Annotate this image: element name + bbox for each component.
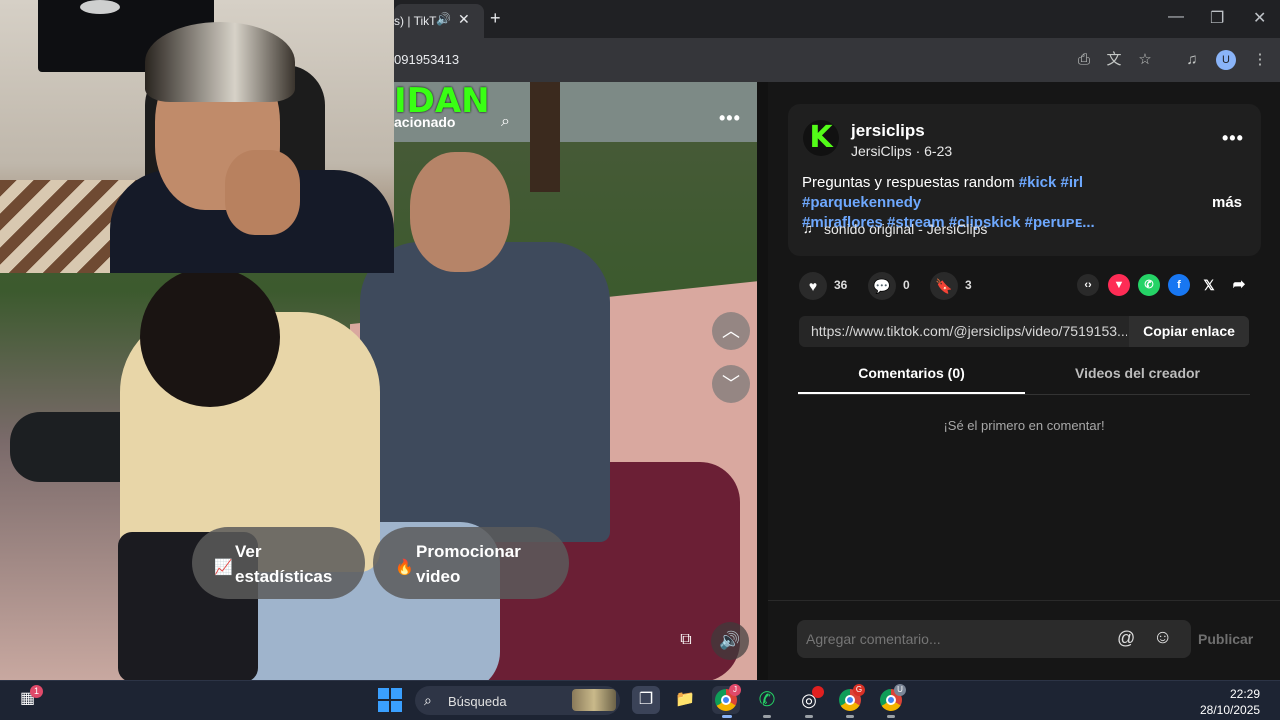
tab-creator-videos[interactable]: Videos del creador bbox=[1025, 365, 1250, 395]
running-app-indicator bbox=[846, 715, 854, 718]
like-icon[interactable]: ♥ bbox=[799, 272, 827, 300]
chrome-icon[interactable]: G bbox=[836, 684, 865, 714]
empty-comments-message: ¡Sé el primero en comentar! bbox=[943, 418, 1105, 433]
browser-tab[interactable]: s) | TikT 🔊 ✕ bbox=[394, 4, 484, 38]
comment-count: 0 bbox=[903, 278, 910, 292]
webcam-scene-streamer bbox=[225, 150, 300, 235]
active-app-indicator bbox=[722, 715, 732, 718]
profile-badge: G bbox=[853, 684, 865, 696]
related-label[interactable]: acionado bbox=[394, 114, 455, 130]
music-note-icon: ♫ bbox=[803, 221, 813, 236]
new-tab-button[interactable]: + bbox=[490, 8, 501, 29]
tab-title: s) | TikT bbox=[394, 14, 437, 28]
obs-icon[interactable]: ◎ bbox=[795, 686, 824, 714]
hashtag[interactable]: #kick bbox=[1019, 174, 1057, 191]
task-view-icon[interactable]: ❐ bbox=[632, 686, 660, 714]
clock-date[interactable]: 28/10/2025 bbox=[1200, 703, 1260, 717]
webcam-scene-streamer bbox=[145, 22, 295, 102]
hashtag[interactable]: #parquekennedy bbox=[802, 194, 921, 211]
mention-icon[interactable]: @ bbox=[1117, 628, 1135, 649]
webcam-scene-light bbox=[80, 0, 120, 14]
view-stats-button[interactable]: 📈 Ver estadísticas bbox=[192, 527, 365, 599]
video-link[interactable]: https://www.tiktok.com/@jersiclips/video… bbox=[811, 323, 1127, 339]
more-options-icon[interactable]: ••• bbox=[719, 108, 741, 129]
tabs-divider bbox=[798, 394, 1250, 395]
running-app-indicator bbox=[887, 715, 895, 718]
floating-player-icon[interactable]: ⧉ bbox=[670, 624, 702, 656]
minimize-icon[interactable]: — bbox=[1168, 8, 1184, 26]
description-text: Preguntas y respuestas random bbox=[802, 174, 1015, 191]
whatsapp-icon[interactable]: ✆ bbox=[1138, 274, 1160, 296]
volume-icon[interactable]: 🔊 bbox=[711, 622, 749, 660]
widgets-badge: 1 bbox=[30, 685, 43, 698]
file-explorer-icon[interactable]: 📁 bbox=[671, 686, 699, 714]
profile-badge: U bbox=[894, 684, 906, 696]
whatsapp-icon[interactable]: ✆ bbox=[753, 686, 781, 714]
window-close-icon[interactable]: ✕ bbox=[1253, 8, 1266, 28]
windows-start-icon[interactable] bbox=[378, 688, 402, 712]
composer-divider bbox=[768, 600, 1280, 601]
author-subtitle: JersiClips · 6-23 bbox=[851, 143, 953, 159]
tab-close-icon[interactable]: ✕ bbox=[458, 11, 470, 28]
next-video-button[interactable]: ﹀ bbox=[712, 365, 750, 403]
restore-icon[interactable]: ❐ bbox=[1210, 8, 1224, 28]
chart-icon: 📈 bbox=[214, 559, 233, 576]
promote-video-button[interactable]: 🔥 Promocionar video bbox=[373, 527, 569, 599]
install-app-icon[interactable]: ⎙ bbox=[1073, 49, 1095, 71]
save-count: 3 bbox=[965, 278, 972, 292]
video-scene-person bbox=[140, 267, 280, 407]
running-app-indicator bbox=[763, 715, 771, 718]
search-icon: ⌕ bbox=[424, 692, 432, 708]
record-badge bbox=[812, 686, 824, 698]
post-more-icon[interactable]: ••• bbox=[1222, 128, 1244, 149]
previous-video-button[interactable]: ︿ bbox=[712, 312, 750, 350]
x-icon[interactable]: 𝕏 bbox=[1198, 274, 1220, 296]
video-scene-person bbox=[360, 242, 610, 542]
comment-icon[interactable]: 💬 bbox=[868, 272, 896, 300]
running-app-indicator bbox=[805, 715, 813, 718]
hashtag[interactable]: #irl bbox=[1061, 174, 1084, 191]
hashtag[interactable]: #peruᴘᴇ... bbox=[1025, 214, 1095, 231]
video-scene-tree bbox=[530, 82, 560, 192]
url-text[interactable]: 091953413 bbox=[394, 52, 459, 67]
chrome-icon[interactable]: U bbox=[877, 684, 906, 714]
view-stats-label: Ver estadísticas bbox=[235, 542, 333, 586]
copy-link-button[interactable]: Copiar enlace bbox=[1129, 316, 1249, 347]
translate-icon[interactable]: 文 bbox=[1103, 49, 1125, 71]
show-more-link[interactable]: más bbox=[1212, 194, 1242, 211]
media-control-icon[interactable]: ♫ bbox=[1181, 49, 1203, 71]
tab-comments[interactable]: Comentarios (0) bbox=[798, 365, 1025, 395]
chrome-icon[interactable]: J bbox=[712, 684, 741, 714]
like-count: 36 bbox=[834, 278, 848, 292]
video-scene-person bbox=[410, 152, 510, 272]
profile-badge: J bbox=[729, 684, 741, 696]
emoji-icon[interactable]: ☺ bbox=[1153, 627, 1172, 649]
comment-input[interactable] bbox=[806, 631, 1106, 647]
publish-button[interactable]: Publicar bbox=[1198, 631, 1253, 647]
browser-menu-icon[interactable]: ⋮ bbox=[1249, 49, 1271, 71]
search-highlight-image bbox=[572, 689, 616, 711]
taskbar-search-label: Búsqueda bbox=[448, 694, 507, 709]
bookmark-icon[interactable]: 🔖 bbox=[930, 272, 958, 300]
search-icon[interactable]: ⌕ bbox=[501, 113, 510, 131]
webcam-overlay bbox=[0, 0, 394, 273]
bookmark-star-icon[interactable]: ☆ bbox=[1134, 49, 1156, 71]
share-arrow-icon[interactable]: ➦ bbox=[1228, 274, 1250, 296]
promote-label: Promocionar video bbox=[416, 542, 521, 586]
author-avatar[interactable]: K bbox=[803, 120, 839, 156]
profile-avatar[interactable]: U bbox=[1216, 50, 1236, 70]
repost-icon[interactable]: ▼ bbox=[1108, 274, 1130, 296]
sound-link[interactable]: sonido original - JersiClips bbox=[824, 221, 987, 237]
author-name[interactable]: jersiclips bbox=[851, 121, 925, 141]
embed-icon[interactable]: ‹› bbox=[1077, 274, 1099, 296]
tab-audio-icon[interactable]: 🔊 bbox=[436, 12, 451, 26]
facebook-icon[interactable]: f bbox=[1168, 274, 1190, 296]
flame-icon: 🔥 bbox=[395, 559, 414, 576]
clock-time[interactable]: 22:29 bbox=[1228, 687, 1260, 701]
